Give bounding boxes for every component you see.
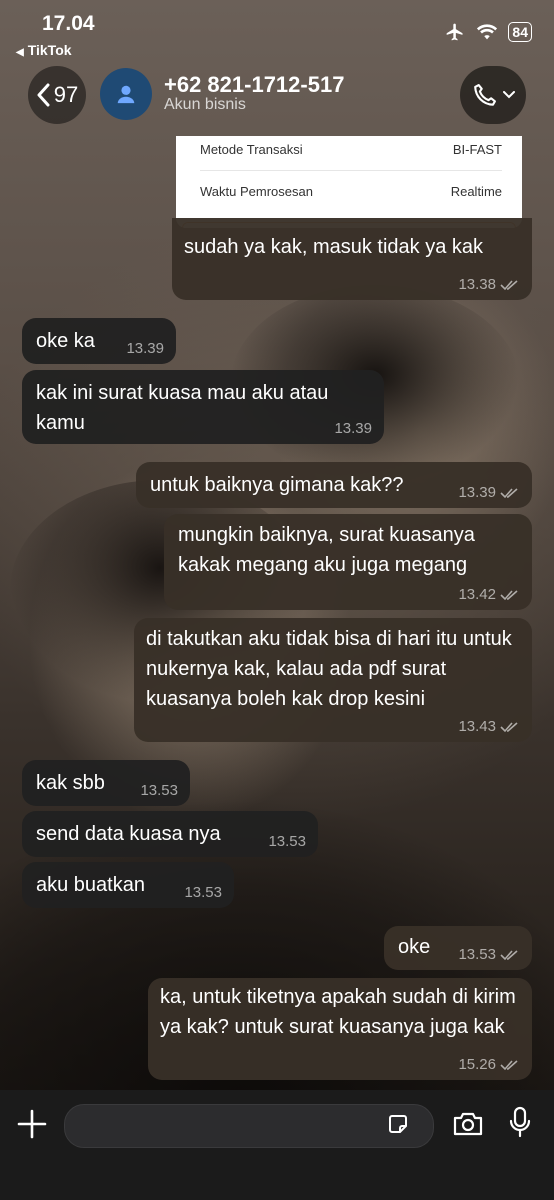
message-time: 13.53 xyxy=(184,884,222,901)
message-meta: 13.42 xyxy=(458,586,520,604)
wifi-icon xyxy=(477,24,498,40)
double-check-icon xyxy=(500,488,518,499)
message-bubble-incoming[interactable]: kak ini surat kuasa mau aku atau kamu 13… xyxy=(22,370,384,444)
call-button[interactable] xyxy=(460,66,526,124)
message-time: 13.42 xyxy=(458,586,496,603)
contact-subtitle: Akun bisnis xyxy=(164,96,246,113)
message-input[interactable] xyxy=(64,1104,434,1148)
message-time: 13.43 xyxy=(458,718,496,735)
battery-indicator: 84 xyxy=(508,22,532,42)
chat-header: 97 +62 821-1712-517 Akun bisnis xyxy=(0,60,554,136)
chevron-down-icon xyxy=(503,91,515,99)
receipt-divider xyxy=(200,170,502,171)
microphone-icon[interactable] xyxy=(508,1106,532,1142)
sticker-icon[interactable] xyxy=(386,1112,410,1136)
double-check-icon xyxy=(500,590,518,601)
double-check-icon xyxy=(500,1060,518,1071)
message-bubble-incoming[interactable]: oke ka 13.39 xyxy=(22,318,176,364)
system-icons: 84 xyxy=(444,22,532,42)
message-meta: 15.26 xyxy=(458,1056,520,1074)
double-check-icon xyxy=(500,280,518,291)
message-bubble-outgoing[interactable]: mungkin baiknya, surat kuasanya kakak me… xyxy=(164,514,532,610)
message-bubble-outgoing[interactable]: untuk baiknya gimana kak?? 13.39 xyxy=(136,462,532,508)
message-time: 13.39 xyxy=(334,420,372,437)
message-meta: 13.53 xyxy=(268,833,306,851)
message-meta: 13.53 xyxy=(140,782,178,800)
message-bubble-incoming[interactable]: kak sbb 13.53 xyxy=(22,760,190,806)
message-meta: 13.53 xyxy=(184,884,222,902)
receipt-value: Realtime xyxy=(450,184,502,199)
camera-icon[interactable] xyxy=(452,1110,484,1138)
message-text: sudah ya kak, masuk tidak ya kak xyxy=(184,236,484,258)
message-input-bar xyxy=(0,1090,554,1200)
message-bubble-outgoing[interactable]: sudah ya kak, masuk tidak ya kak 13.38 xyxy=(172,218,532,300)
back-app-label: TikTok xyxy=(27,42,72,58)
receipt-label: Metode Transaksi xyxy=(200,142,303,157)
contact-avatar[interactable] xyxy=(100,68,152,120)
message-text: di takutkan aku tidak bisa di hari itu u… xyxy=(146,628,512,710)
back-button[interactable]: 97 xyxy=(28,66,86,124)
message-meta: 13.39 xyxy=(126,340,164,358)
contact-name[interactable]: +62 821-1712-517 xyxy=(164,72,344,98)
message-time: 13.53 xyxy=(458,946,496,963)
chevron-left-icon xyxy=(37,83,50,107)
message-bubble-outgoing[interactable]: ka, untuk tiketnya apakah sudah di kirim… xyxy=(148,978,532,1080)
unread-count: 97 xyxy=(53,82,79,107)
phone-icon xyxy=(474,84,496,106)
message-meta: 13.39 xyxy=(458,484,520,502)
message-bubble-outgoing[interactable]: oke 13.53 xyxy=(384,926,532,970)
message-text: ka, untuk tiketnya apakah sudah di kirim… xyxy=(160,986,516,1038)
message-bubble-outgoing[interactable]: di takutkan aku tidak bisa di hari itu u… xyxy=(134,618,532,742)
message-time: 13.39 xyxy=(458,484,496,501)
person-icon xyxy=(117,85,135,104)
back-to-app-link[interactable]: ◀ TikTok xyxy=(16,42,72,58)
status-time: 17.04 xyxy=(42,12,95,35)
message-time: 15.26 xyxy=(458,1056,496,1073)
message-meta: 13.39 xyxy=(334,420,372,438)
plus-icon[interactable] xyxy=(16,1108,48,1140)
receipt-row: Metode Transaksi BI-FAST xyxy=(200,142,502,157)
airplane-icon xyxy=(447,23,463,41)
message-bubble-incoming[interactable]: aku buatkan 13.53 xyxy=(22,862,234,908)
message-text: kak ini surat kuasa mau aku atau kamu xyxy=(36,382,329,434)
message-time: 13.39 xyxy=(126,340,164,357)
message-bubble-incoming[interactable]: send data kuasa nya 13.53 xyxy=(22,811,318,857)
message-time: 13.53 xyxy=(140,782,178,799)
message-time: 13.38 xyxy=(458,276,496,293)
double-check-icon xyxy=(500,950,518,961)
receipt-value: BI-FAST xyxy=(452,142,502,157)
double-check-icon xyxy=(500,722,518,733)
receipt-image[interactable]: Metode Transaksi BI-FAST Waktu Pemrosesa… xyxy=(176,136,522,228)
message-time: 13.53 xyxy=(268,833,306,850)
message-meta: 13.53 xyxy=(458,946,520,964)
back-triangle-icon: ◀ xyxy=(16,47,24,58)
receipt-label: Waktu Pemrosesan xyxy=(200,184,313,199)
message-text: mungkin baiknya, surat kuasanya kakak me… xyxy=(178,524,475,576)
message-meta: 13.43 xyxy=(458,718,520,736)
message-meta: 13.38 xyxy=(458,276,520,294)
message-text: send data kuasa nya xyxy=(36,823,221,845)
receipt-row: Waktu Pemrosesan Realtime xyxy=(200,184,502,199)
